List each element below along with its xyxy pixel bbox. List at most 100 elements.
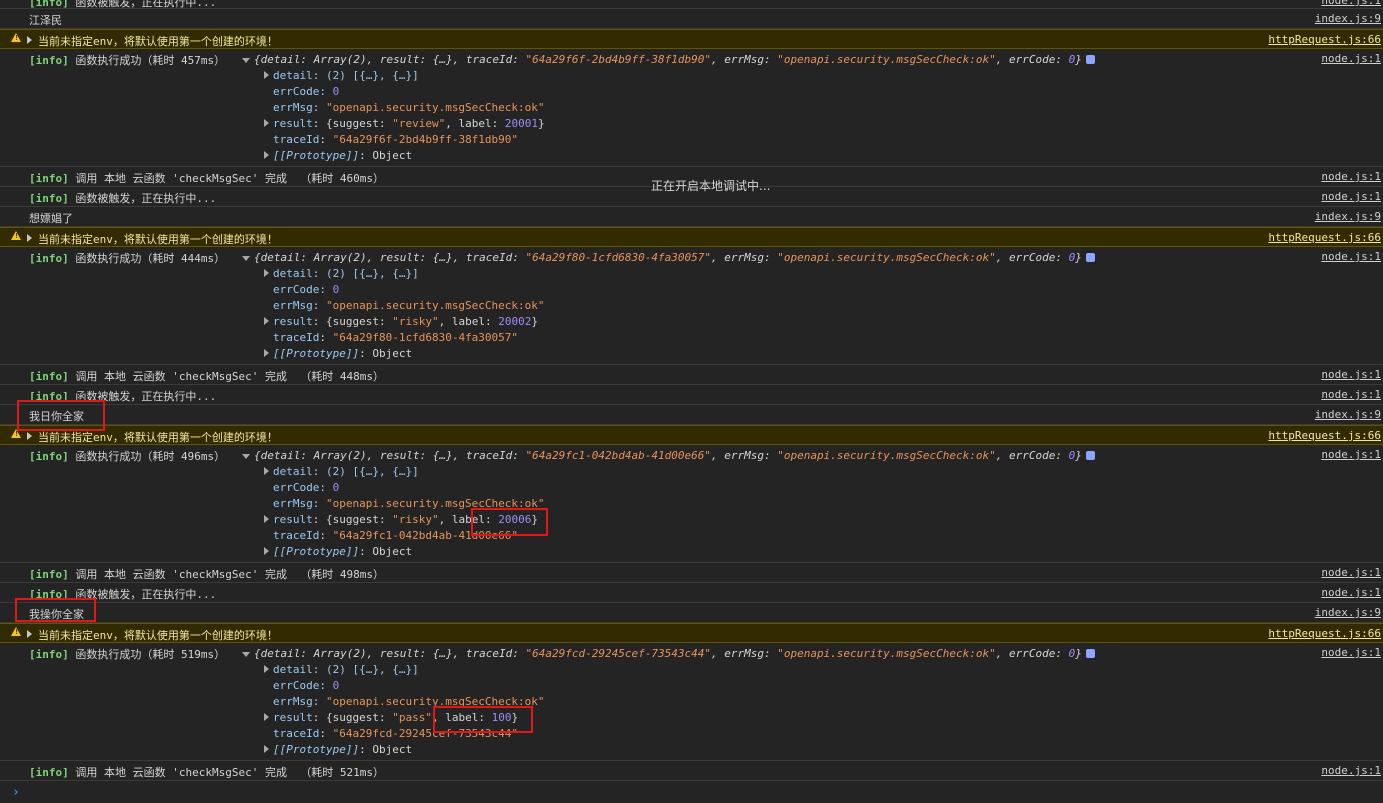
highlight-box — [433, 706, 533, 733]
expand-arrow-icon[interactable] — [264, 119, 269, 127]
console-prompt[interactable]: › — [0, 783, 1383, 803]
log-row: [info] 调用 本地 云函数 'checkMsgSec' 完成 （耗时 52… — [0, 761, 1383, 781]
log-row-result: [info] 函数执行成功（耗时 457ms） {detail: Array(2… — [0, 49, 1383, 167]
expand-arrow-icon[interactable] — [264, 317, 269, 325]
tree-node-prototype[interactable]: [[Prototype]]: Object — [242, 742, 1095, 758]
source-link[interactable]: node.js:1 — [1321, 764, 1381, 777]
log-row-input: 我操你全家 index.js:9 — [0, 603, 1383, 623]
tree-node-result[interactable]: result: {suggest: "pass", label: 100} — [242, 710, 1095, 726]
expand-arrow-icon[interactable] — [264, 467, 269, 475]
warning-row[interactable]: 当前未指定env，将默认使用第一个创建的环境！ httpRequest.js:6… — [0, 425, 1383, 445]
source-link[interactable]: node.js:1 — [1321, 566, 1381, 579]
warning-icon — [11, 33, 21, 42]
source-link[interactable]: node.js:1 — [1321, 586, 1381, 599]
tree-node-prototype[interactable]: [[Prototype]]: Object — [242, 544, 1095, 560]
tree-node-errcode: errCode: 0 — [273, 679, 340, 692]
tree-node-traceid: traceId: "64a29f80-1cfd6830-4fa30057" — [273, 331, 519, 344]
object-summary[interactable]: {detail: Array(2), result: {…}, traceId:… — [242, 52, 1095, 68]
source-link[interactable]: node.js:1 — [1321, 250, 1381, 263]
source-link[interactable]: node.js:1 — [1321, 52, 1381, 65]
object-tree: {detail: Array(2), result: {…}, traceId:… — [242, 52, 1095, 164]
collapse-arrow-icon[interactable] — [242, 454, 250, 459]
expand-arrow-icon[interactable] — [27, 234, 32, 242]
source-link[interactable]: node.js:1 — [1321, 368, 1381, 381]
expand-arrow-icon[interactable] — [27, 630, 32, 638]
source-link[interactable]: node.js:1 — [1321, 388, 1381, 401]
expand-arrow-icon[interactable] — [264, 713, 269, 721]
source-link[interactable]: node.js:1 — [1321, 0, 1381, 7]
collapse-arrow-icon[interactable] — [242, 652, 250, 657]
object-summary[interactable]: {detail: Array(2), result: {…}, traceId:… — [242, 448, 1095, 464]
log-row-input: 我日你全家 index.js:9 — [0, 405, 1383, 425]
collapse-arrow-icon[interactable] — [242, 256, 250, 261]
expand-arrow-icon[interactable] — [27, 432, 32, 440]
tree-node-detail[interactable]: detail: (2) [{…}, {…}] — [242, 266, 1095, 282]
log-row-result: [info] 函数执行成功（耗时 496ms） {detail: Array(2… — [0, 445, 1383, 563]
expand-arrow-icon[interactable] — [264, 515, 269, 523]
tree-node-errmsg: errMsg: "openapi.security.msgSecCheck:ok… — [273, 101, 545, 114]
log-row: [info] 函数被触发，正在执行中... node.js:1 — [0, 0, 1383, 9]
expand-arrow-icon[interactable] — [27, 36, 32, 44]
source-link[interactable]: httpRequest.js:66 — [1268, 627, 1381, 640]
tree-node-detail[interactable]: detail: (2) [{…}, {…}] — [242, 662, 1095, 678]
tree-node-detail[interactable]: detail: (2) [{…}, {…}] — [242, 68, 1095, 84]
expand-arrow-icon[interactable] — [264, 745, 269, 753]
object-summary[interactable]: {detail: Array(2), result: {…}, traceId:… — [242, 250, 1095, 266]
highlight-box — [17, 400, 105, 431]
tree-node-errmsg: errMsg: "openapi.security.msgSecCheck:ok… — [273, 497, 545, 510]
info-badge-icon[interactable] — [1085, 253, 1095, 262]
collapse-arrow-icon[interactable] — [242, 58, 250, 63]
info-badge-icon[interactable] — [1085, 55, 1095, 64]
debug-status-overlay: 正在开启本地调试中... — [651, 179, 771, 193]
log-row-input: 想嫖娼了 index.js:9 — [0, 207, 1383, 227]
info-badge-icon[interactable] — [1085, 649, 1095, 658]
tree-node-errcode: errCode: 0 — [273, 283, 340, 296]
prompt-chevron-icon: › — [12, 785, 20, 800]
warning-row[interactable]: 当前未指定env，将默认使用第一个创建的环境！ httpRequest.js:6… — [0, 227, 1383, 247]
object-summary[interactable]: {detail: Array(2), result: {…}, traceId:… — [242, 646, 1095, 662]
source-link[interactable]: httpRequest.js:66 — [1268, 429, 1381, 442]
tree-node-traceid: traceId: "64a29f6f-2bd4b9ff-38f1db90" — [273, 133, 519, 146]
tree-node-result[interactable]: result: {suggest: "review", label: 20001… — [242, 116, 1095, 132]
tree-node-errmsg: errMsg: "openapi.security.msgSecCheck:ok… — [273, 299, 545, 312]
source-link[interactable]: index.js:9 — [1315, 606, 1381, 619]
object-tree: {detail: Array(2), result: {…}, traceId:… — [242, 448, 1095, 560]
tree-node-errcode: errCode: 0 — [273, 85, 340, 98]
tree-node-traceid: traceId: "64a29fc1-042bd4ab-41d00e66" — [273, 529, 519, 542]
expand-arrow-icon[interactable] — [264, 665, 269, 673]
log-row-result: [info] 函数执行成功（耗时 444ms） {detail: Array(2… — [0, 247, 1383, 365]
expand-arrow-icon[interactable] — [264, 269, 269, 277]
expand-arrow-icon[interactable] — [264, 71, 269, 79]
highlight-box — [15, 598, 96, 622]
source-link[interactable]: node.js:1 — [1321, 448, 1381, 461]
tree-node-errcode: errCode: 0 — [273, 481, 340, 494]
tree-node-prototype[interactable]: [[Prototype]]: Object — [242, 346, 1095, 362]
tree-node-detail[interactable]: detail: (2) [{…}, {…}] — [242, 464, 1095, 480]
source-link[interactable]: node.js:1 — [1321, 646, 1381, 659]
source-link[interactable]: index.js:9 — [1315, 12, 1381, 25]
log-row-input: 江泽民 index.js:9 — [0, 9, 1383, 29]
tree-node-errmsg: errMsg: "openapi.security.msgSecCheck:ok… — [273, 695, 545, 708]
object-tree: {detail: Array(2), result: {…}, traceId:… — [242, 646, 1095, 758]
console-log: [info] 函数被触发，正在执行中... node.js:1 江泽民 inde… — [0, 0, 1383, 803]
warning-row[interactable]: 当前未指定env，将默认使用第一个创建的环境！ httpRequest.js:6… — [0, 623, 1383, 643]
source-link[interactable]: node.js:1 — [1321, 190, 1381, 203]
warning-row[interactable]: 当前未指定env，将默认使用第一个创建的环境！ httpRequest.js:6… — [0, 29, 1383, 49]
source-link[interactable]: index.js:9 — [1315, 408, 1381, 421]
source-link[interactable]: node.js:1 — [1321, 170, 1381, 183]
tree-node-result[interactable]: result: {suggest: "risky", label: 20002} — [242, 314, 1095, 330]
tree-node-traceid: traceId: "64a29fcd-29245cef-73543c44" — [273, 727, 519, 740]
log-row-result: [info] 函数执行成功（耗时 519ms） {detail: Array(2… — [0, 643, 1383, 761]
object-tree: {detail: Array(2), result: {…}, traceId:… — [242, 250, 1095, 362]
tree-node-prototype[interactable]: [[Prototype]]: Object — [242, 148, 1095, 164]
info-badge-icon[interactable] — [1085, 451, 1095, 460]
expand-arrow-icon[interactable] — [264, 151, 269, 159]
expand-arrow-icon[interactable] — [264, 349, 269, 357]
log-row: [info] 调用 本地 云函数 'checkMsgSec' 完成 （耗时 44… — [0, 365, 1383, 385]
tree-node-result[interactable]: result: {suggest: "risky", label: 20006} — [242, 512, 1095, 528]
source-link[interactable]: httpRequest.js:66 — [1268, 231, 1381, 244]
source-link[interactable]: index.js:9 — [1315, 210, 1381, 223]
expand-arrow-icon[interactable] — [264, 547, 269, 555]
source-link[interactable]: httpRequest.js:66 — [1268, 33, 1381, 46]
log-row: [info] 函数被触发，正在执行中... node.js:1 — [0, 385, 1383, 405]
